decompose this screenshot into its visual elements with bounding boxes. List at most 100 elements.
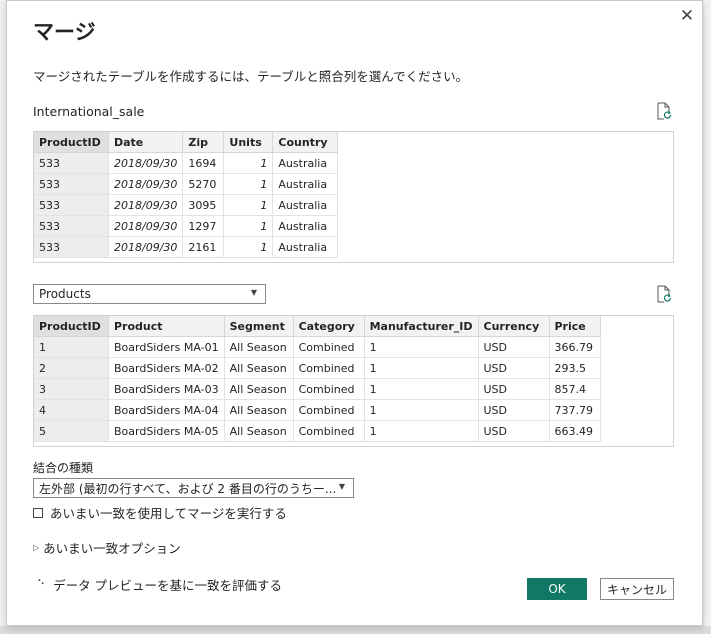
fuzzy-match-label: あいまい一致を使用してマージを実行する <box>50 506 287 521</box>
table-cell: All Season <box>224 420 294 442</box>
ok-button[interactable]: OK <box>527 578 587 600</box>
table-row: 533 2018/09/30 1297 1 Australia <box>34 215 339 237</box>
column-header[interactable]: Country <box>272 132 339 153</box>
table-cell: 1297 <box>182 215 225 237</box>
loading-dots-icon: ⠑ <box>37 578 46 591</box>
table-cell: Australia <box>272 194 339 216</box>
table-cell: 533 <box>34 236 109 258</box>
column-header[interactable]: Product <box>108 316 225 337</box>
column-header[interactable]: ProductID <box>34 132 109 153</box>
table-cell: All Season <box>224 357 294 379</box>
second-table-select[interactable]: Products ▼ <box>33 284 266 304</box>
table-cell: 737.79 <box>549 399 601 421</box>
column-header[interactable]: Manufacturer_ID <box>364 316 479 337</box>
table-cell: Australia <box>272 173 339 195</box>
table-cell: 4 <box>34 399 109 421</box>
table-cell: Combined <box>293 420 365 442</box>
table-cell: Combined <box>293 399 365 421</box>
table-cell: Australia <box>272 236 339 258</box>
table-cell: USD <box>478 336 550 358</box>
table-cell: USD <box>478 357 550 379</box>
table-cell: 293.5 <box>549 357 601 379</box>
triangle-right-icon: ▷ <box>33 543 40 552</box>
table-cell: 3 <box>34 378 109 400</box>
table-cell: 533 <box>34 152 109 174</box>
refresh-preview-icon[interactable] <box>656 102 672 120</box>
table-cell: 1694 <box>182 152 225 174</box>
table-cell: 3095 <box>182 194 225 216</box>
table-cell: 2 <box>34 357 109 379</box>
table-cell: All Season <box>224 336 294 358</box>
table-cell: 5270 <box>182 173 225 195</box>
table-cell: 857.4 <box>549 378 601 400</box>
chevron-down-icon: ▼ <box>338 482 345 491</box>
table-cell: All Season <box>224 399 294 421</box>
table-cell: 1 <box>223 236 274 258</box>
table-cell: 2018/09/30 <box>108 236 184 258</box>
column-header[interactable]: Units <box>223 132 274 153</box>
second-table-preview[interactable]: ProductID Product Segment Category Manufactu… <box>33 315 674 447</box>
match-status: ⠑ データ プレビューを基に一致を評価する <box>37 575 282 594</box>
cancel-button[interactable]: キャンセル <box>600 578 674 600</box>
merge-dialog: ✕ マージ マージされたテーブルを作成するには、テーブルと照合列を選んでください… <box>6 0 703 626</box>
chevron-down-icon: ▼ <box>250 288 257 297</box>
table-cell: All Season <box>224 378 294 400</box>
close-icon[interactable]: ✕ <box>676 5 698 27</box>
table-cell: 2018/09/30 <box>108 152 184 174</box>
table-cell: USD <box>478 399 550 421</box>
table-cell: 1 <box>223 215 274 237</box>
table-row: 533 2018/09/30 5270 1 Australia <box>34 173 339 195</box>
fuzzy-match-checkbox[interactable] <box>33 507 43 518</box>
table-cell: 2018/09/30 <box>108 215 184 237</box>
table-cell: 5 <box>34 420 109 442</box>
table-cell: BoardSiders MA-01 <box>108 336 225 358</box>
table-cell: 1 <box>223 173 274 195</box>
table-cell: Combined <box>293 357 365 379</box>
join-kind-select[interactable]: 左外部 (最初の行すべて、および 2 番目の行のうちー... ▼ <box>33 478 354 498</box>
table-cell: 533 <box>34 215 109 237</box>
column-header[interactable]: Segment <box>224 316 294 337</box>
background-app-right <box>704 0 711 634</box>
first-table-name: International_sale <box>33 104 145 119</box>
column-header[interactable]: ProductID <box>34 316 109 337</box>
table-cell: BoardSiders MA-04 <box>108 399 225 421</box>
second-table-grid[interactable]: ProductID Product Segment Category Manufactu… <box>34 316 601 442</box>
join-kind-label: 結合の種類 <box>33 461 94 475</box>
table-cell: 1 <box>364 357 479 379</box>
first-table-preview[interactable]: ProductID Date Zip Units Country 533 2018/09/… <box>33 131 674 263</box>
table-cell: USD <box>478 420 550 442</box>
table-cell: 2161 <box>182 236 225 258</box>
table-cell: 1 <box>364 336 479 358</box>
table-cell: 1 <box>223 194 274 216</box>
column-header[interactable]: Date <box>108 132 184 153</box>
table-cell: Combined <box>293 378 365 400</box>
table-cell: 366.79 <box>549 336 601 358</box>
fuzzy-options-expander[interactable]: ▷ あいまい一致オプション <box>33 538 181 557</box>
fuzzy-match-checkbox-row[interactable]: あいまい一致を使用してマージを実行する <box>33 503 287 522</box>
column-header[interactable]: Currency <box>478 316 550 337</box>
table-cell: 1 <box>34 336 109 358</box>
table-cell: 2018/09/30 <box>108 173 184 195</box>
join-kind-selected: 左外部 (最初の行すべて、および 2 番目の行のうちー... <box>39 481 337 496</box>
match-status-text: データ プレビューを基に一致を評価する <box>53 578 283 593</box>
table-cell: 2018/09/30 <box>108 194 184 216</box>
dialog-subtitle: マージされたテーブルを作成するには、テーブルと照合列を選んでください。 <box>33 69 469 84</box>
first-table-grid[interactable]: ProductID Date Zip Units Country 533 2018/09/… <box>34 132 339 258</box>
column-header[interactable]: Category <box>293 316 365 337</box>
table-cell: USD <box>478 378 550 400</box>
refresh-preview-icon[interactable] <box>656 285 672 303</box>
table-cell: 1 <box>223 152 274 174</box>
table-cell: BoardSiders MA-02 <box>108 357 225 379</box>
column-header[interactable]: Price <box>549 316 601 337</box>
table-cell: Australia <box>272 152 339 174</box>
table-cell: BoardSiders MA-05 <box>108 420 225 442</box>
second-table-selected: Products <box>39 287 91 301</box>
column-header[interactable]: Zip <box>182 132 225 153</box>
table-cell: 533 <box>34 194 109 216</box>
table-row: 4 BoardSiders MA-04 All Season Combined 1 USD… <box>34 399 601 421</box>
table-row: 533 2018/09/30 1694 1 Australia <box>34 152 339 174</box>
table-cell: 1 <box>364 399 479 421</box>
table-row: 2 BoardSiders MA-02 All Season Combined 1 USD… <box>34 357 601 379</box>
dialog-title: マージ <box>33 20 96 44</box>
table-cell: 663.49 <box>549 420 601 442</box>
